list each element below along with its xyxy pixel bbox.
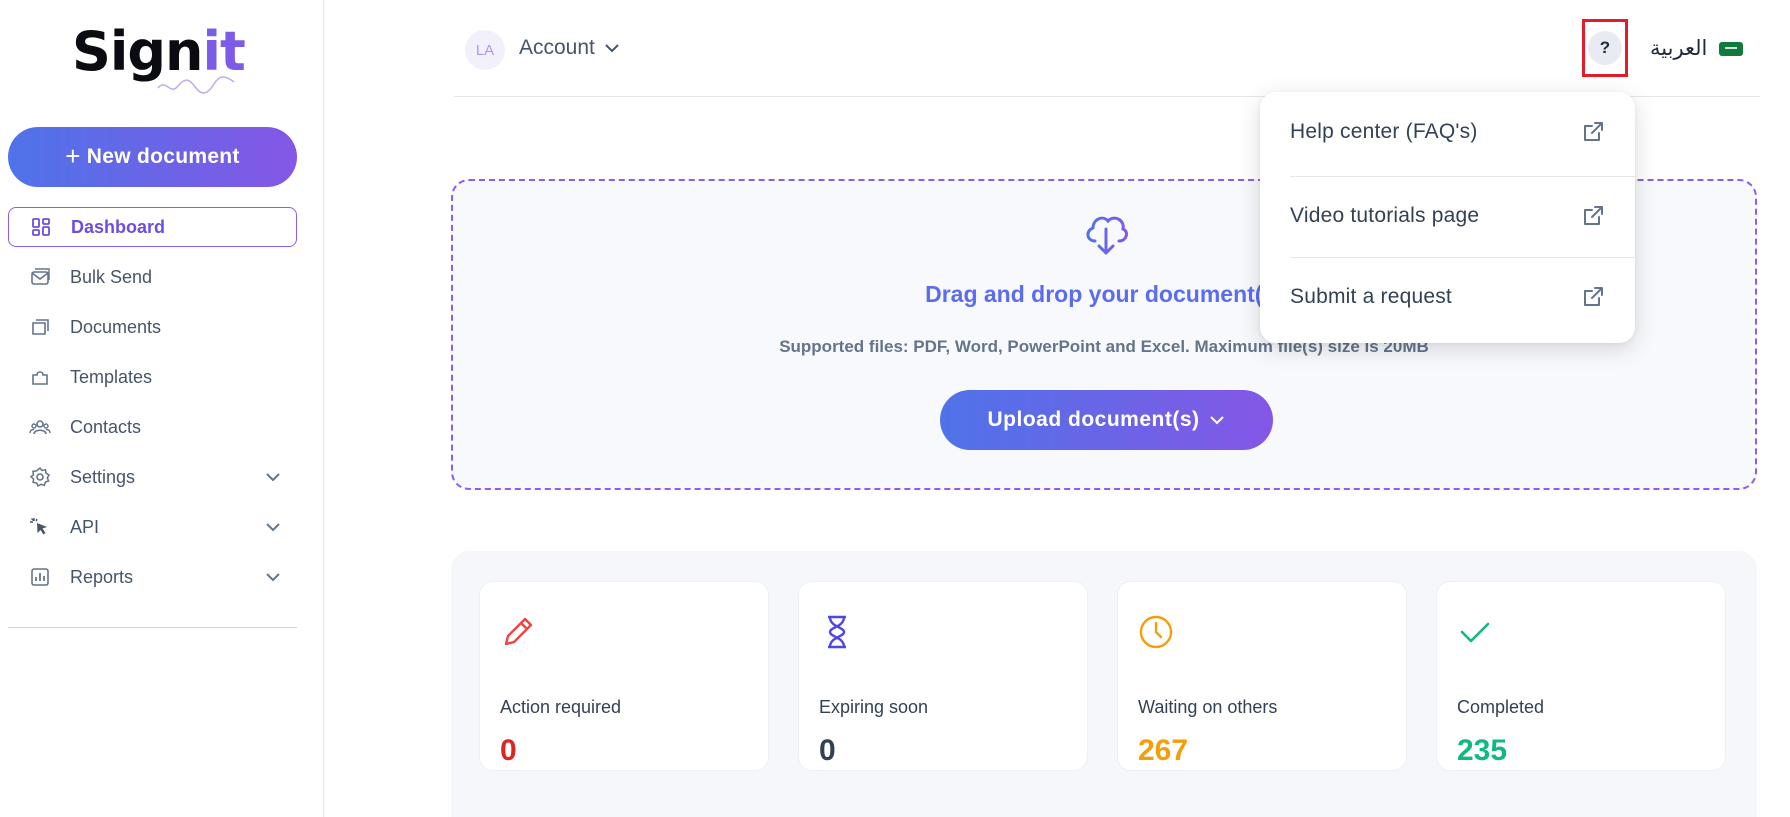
documents-icon xyxy=(28,315,52,339)
stat-value: 0 xyxy=(819,734,836,767)
mail-icon xyxy=(28,265,52,289)
chevron-down-icon[interactable] xyxy=(263,467,283,487)
sidebar-item-reports[interactable]: Reports xyxy=(8,557,297,597)
menu-item-video-tutorials[interactable]: Video tutorials page xyxy=(1290,176,1605,256)
menu-item-help-center[interactable]: Help center (FAQ's) xyxy=(1290,92,1605,172)
stat-label: Completed xyxy=(1457,697,1545,717)
new-document-button[interactable]: + New document xyxy=(8,127,297,187)
menu-item-label: Help center (FAQ's) xyxy=(1290,120,1478,143)
sidebar-item-label: Bulk Send xyxy=(70,266,153,287)
clock-icon xyxy=(1139,615,1173,649)
sidebar-item-dashboard[interactable]: Dashboard xyxy=(8,207,297,247)
stat-value: 0 xyxy=(500,734,517,767)
cursor-icon xyxy=(28,515,52,539)
external-link-icon xyxy=(1584,287,1603,306)
stat-value: 235 xyxy=(1457,734,1508,767)
sidebar-item-label: Reports xyxy=(70,566,134,587)
sidebar-divider xyxy=(8,627,297,628)
upload-documents-button[interactable]: Upload document(s) xyxy=(940,390,1273,450)
dashboard-icon xyxy=(29,215,53,239)
stat-card-action-required[interactable]: Action required 0 xyxy=(479,581,769,771)
avatar[interactable]: LA xyxy=(465,30,505,70)
language-label: العربية xyxy=(1650,37,1708,60)
check-icon xyxy=(1460,622,1490,643)
stat-label: Action required xyxy=(500,697,622,717)
help-button[interactable]: ? xyxy=(1588,31,1622,65)
contacts-icon xyxy=(28,415,52,439)
sidebar-item-settings[interactable]: Settings xyxy=(8,457,297,497)
sidebar-nav: Dashboard Bulk Send Documents Templates … xyxy=(8,207,297,607)
pencil-icon xyxy=(504,617,533,646)
hourglass-icon xyxy=(828,615,846,649)
chart-icon xyxy=(28,565,52,589)
external-link-icon xyxy=(1584,122,1603,141)
sidebar-item-templates[interactable]: Templates xyxy=(8,357,297,397)
stat-label: Expiring soon xyxy=(819,697,929,717)
menu-item-submit-request[interactable]: Submit a request xyxy=(1290,257,1605,337)
sidebar-item-documents[interactable]: Documents xyxy=(8,307,297,347)
gear-icon xyxy=(28,465,52,489)
chevron-down-icon[interactable] xyxy=(263,567,283,587)
chevron-down-icon xyxy=(605,44,619,53)
saudi-flag-icon xyxy=(1719,41,1744,56)
account-menu-button[interactable]: Account xyxy=(519,36,621,60)
sidebar-item-bulk-send[interactable]: Bulk Send xyxy=(8,257,297,297)
sidebar-item-contacts[interactable]: Contacts xyxy=(8,407,297,447)
help-highlight: ? xyxy=(1582,19,1628,77)
menu-item-label: Video tutorials page xyxy=(1290,204,1480,227)
sidebar-item-label: Contacts xyxy=(70,416,142,437)
stat-label: Waiting on others xyxy=(1138,697,1278,717)
stat-card-waiting-on-others[interactable]: Waiting on others 267 xyxy=(1117,581,1407,771)
stat-card-expiring-soon[interactable]: Expiring soon 0 xyxy=(798,581,1088,771)
sidebar-item-label: Templates xyxy=(70,366,153,387)
sidebar-item-label: Settings xyxy=(70,466,136,487)
upload-button-label: Upload document(s) xyxy=(987,408,1200,431)
chevron-down-icon[interactable] xyxy=(263,517,283,537)
sidebar-item-label: Dashboard xyxy=(71,216,166,237)
language-switch[interactable]: العربية xyxy=(1650,36,1744,61)
sidebar-item-label: Documents xyxy=(70,316,162,337)
templates-icon xyxy=(28,365,52,389)
account-label: Account xyxy=(519,36,595,59)
external-link-icon xyxy=(1584,206,1603,225)
stat-card-completed[interactable]: Completed 235 xyxy=(1436,581,1726,771)
new-document-label: New document xyxy=(86,145,240,168)
help-dropdown-menu: Help center (FAQ's) Video tutorials page… xyxy=(1260,92,1635,343)
top-header: LA Account ? العربية xyxy=(454,0,1760,97)
sidebar-item-label: API xyxy=(70,516,100,537)
signit-logo[interactable]: Signit xyxy=(72,22,246,102)
menu-item-label: Submit a request xyxy=(1290,285,1452,308)
plus-icon: + xyxy=(65,140,81,171)
logo-signature-icon xyxy=(157,76,235,94)
chevron-down-icon xyxy=(1209,416,1224,425)
sidebar: Signit + New document Dashboard Bulk Sen… xyxy=(0,0,324,817)
stat-value: 267 xyxy=(1138,734,1189,767)
sidebar-item-api[interactable]: API xyxy=(8,507,297,547)
cloud-download-icon xyxy=(1086,216,1128,255)
stats-area: Action required 0 Expiring soon 0 Waitin… xyxy=(451,551,1757,817)
